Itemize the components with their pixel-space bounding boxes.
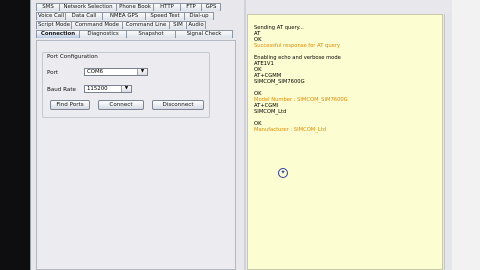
desktop-left-strip — [0, 0, 30, 270]
desktop-right-area — [452, 0, 480, 270]
tab-phone-book[interactable]: Phone Book — [116, 3, 154, 11]
tab-row-3: Script Mode Command Mode Command Line SIM Au… — [36, 21, 238, 29]
tab-script-mode[interactable]: Script Mode — [36, 21, 72, 29]
tab-command-line[interactable]: Command Line — [122, 21, 170, 29]
tab-data-call[interactable]: Data Call — [65, 12, 103, 20]
tab-sms[interactable]: SMS — [36, 3, 60, 11]
response-log: Sending AT query... AT OK Successful respon… — [247, 14, 443, 270]
tab-command-mode[interactable]: Command Mode — [71, 21, 123, 29]
baud-rate-value: 115200 — [87, 86, 108, 92]
split-pane-divider[interactable] — [244, 0, 246, 270]
baud-rate-label: Baud Rate — [47, 87, 76, 93]
tab-diagnostics[interactable]: Diagnostics — [79, 30, 127, 38]
chevron-down-icon[interactable]: ▼ — [121, 86, 131, 92]
tab-speed-test[interactable]: Speed Test — [145, 12, 185, 20]
tab-voice-call[interactable]: Voice Call — [36, 12, 66, 20]
tab-sim[interactable]: SIM — [169, 21, 187, 29]
tab-gps[interactable]: GPS — [201, 3, 221, 11]
connect-button[interactable]: Connect — [98, 100, 144, 110]
find-ports-button[interactable]: Find Ports — [50, 100, 90, 110]
tab-http[interactable]: HTTP — [153, 3, 181, 11]
log-scrollbar[interactable] — [444, 14, 452, 270]
port-select[interactable]: COM6 ▼ — [84, 68, 148, 76]
port-configuration-title: Port Configuration — [47, 54, 98, 60]
log-line: Manufacturer : SIMCOM_Ltd — [254, 127, 327, 133]
tab-nmea-gps[interactable]: NMEA GPS — [102, 12, 146, 20]
tab-signal-check[interactable]: Signal Check — [175, 30, 233, 38]
tab-audio[interactable]: Audio — [186, 21, 206, 29]
busy-cursor-icon: ✦ — [278, 168, 288, 178]
port-label: Port — [47, 70, 59, 76]
tab-dial-up[interactable]: Dial-up — [184, 12, 214, 20]
tab-connection[interactable]: Connection — [36, 30, 80, 38]
chevron-down-icon[interactable]: ▼ — [137, 69, 147, 75]
tab-row-2: Voice Call Data Call NMEA GPS Speed Test Dia… — [36, 12, 238, 20]
tab-ftp[interactable]: FTP — [180, 3, 202, 11]
tab-network-selection[interactable]: Network Selection — [59, 3, 117, 11]
port-value: COM6 — [87, 69, 104, 75]
disconnect-button[interactable]: Disconnect — [152, 100, 204, 110]
baud-rate-select[interactable]: 115200 ▼ — [84, 85, 132, 93]
tab-snapshot[interactable]: Snapshot — [126, 30, 176, 38]
tab-row-1: SMS Network Selection Phone Book HTTP FTP GPS — [36, 3, 238, 11]
tab-row-4: Connection Diagnostics Snapshot Signal Chec… — [36, 30, 238, 38]
